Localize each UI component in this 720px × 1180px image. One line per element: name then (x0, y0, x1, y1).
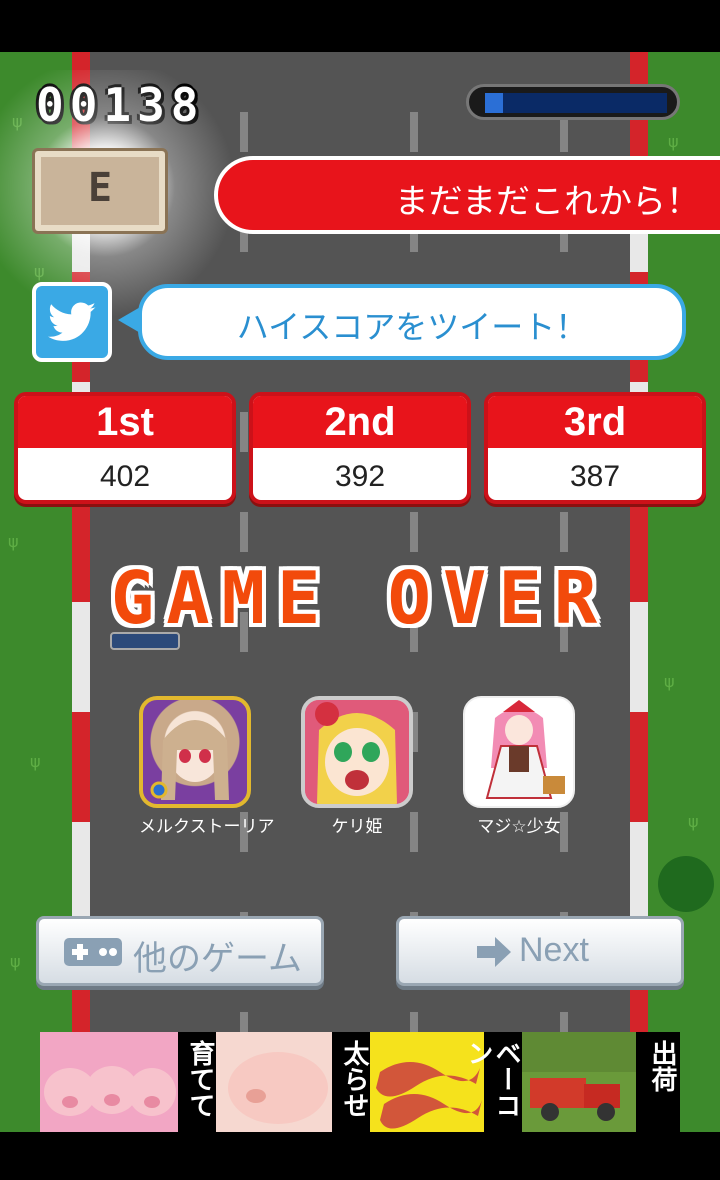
app-promo-maji-shoujo[interactable]: マジ☆少女 (463, 696, 575, 837)
app-icon (463, 696, 575, 808)
bush (658, 856, 714, 912)
rank-badge: E (32, 148, 168, 234)
app-name: ケリ姫 (331, 817, 383, 837)
app-name: マジ☆少女 (477, 817, 561, 837)
ranking-card-1: 1st 402 (14, 392, 236, 504)
result-message: まだまだこれから！ (394, 182, 700, 222)
other-games-button[interactable]: 他のゲーム (36, 916, 324, 986)
ad-step-bacon: ベーコン (463, 1040, 521, 1118)
ranking-card-header: 3rd (488, 396, 702, 448)
ad-step-grow: 育てて (185, 1040, 215, 1118)
fuel-gauge-track (485, 93, 667, 113)
twitter-button[interactable] (32, 282, 112, 362)
app-promo-keri-hime[interactable]: ケリ姫 (301, 696, 413, 837)
ranking-label: 3rd (563, 400, 627, 444)
ranking-card-2: 2nd 392 (249, 392, 471, 504)
ranking-card-3: 3rd 387 (484, 392, 706, 504)
ad-pigs-image (40, 1032, 178, 1132)
next-label: Next (519, 931, 589, 969)
arrow-right-icon (477, 937, 511, 967)
ranking-score: 402 (99, 460, 151, 493)
ranking-label: 2nd (324, 400, 396, 444)
pig-icon (44, 1066, 176, 1116)
game-over-title: GAME OVER (110, 556, 610, 640)
twitter-bird-icon (47, 302, 96, 341)
app-name: メルクストーリア (139, 817, 275, 837)
next-button[interactable]: Next (396, 916, 684, 986)
character-portrait-icon (150, 720, 229, 800)
app-promo-merc-storia[interactable]: メルクストーリア (139, 696, 275, 837)
game-screen: ψ ψ ψ ψ ψ ψ ψ ψ ψ 00138 E まだまだこれから！ ハイスコ… (0, 0, 720, 1180)
tweet-highscore-button[interactable]: ハイスコアをツイート！ (138, 284, 686, 360)
ranking-card-header: 2nd (253, 396, 467, 448)
ranking-score: 392 (334, 460, 386, 493)
character-portrait-icon (305, 700, 409, 804)
gamepad-icon (64, 938, 122, 966)
ad-fat-pig-image (216, 1032, 332, 1132)
ranking-score: 387 (569, 460, 621, 493)
fat-pig-icon (228, 1052, 328, 1124)
ad-step-fatten: 太らせ (339, 1040, 369, 1118)
other-games-label: 他のゲーム (133, 940, 302, 978)
ranking-label: 1st (96, 400, 154, 444)
ad-step-ship: 出荷 (647, 1040, 677, 1092)
app-icon (301, 696, 413, 808)
app-icon (139, 696, 251, 808)
fuel-gauge (466, 84, 680, 120)
rank-letter: E (87, 165, 113, 211)
tweet-highscore-label: ハイスコアをツイート！ (236, 308, 588, 346)
player-car (110, 632, 180, 650)
result-message-banner: まだまだこれから！ (214, 156, 720, 234)
ad-truck-image (522, 1032, 636, 1132)
fuel-gauge-fill (485, 93, 504, 113)
ranking-card-header: 1st (18, 396, 232, 448)
character-portrait-icon (485, 700, 565, 799)
truck-icon (522, 1032, 636, 1121)
ad-banner[interactable]: 育てて 太らせ ベーコン 出荷 (40, 1032, 680, 1132)
